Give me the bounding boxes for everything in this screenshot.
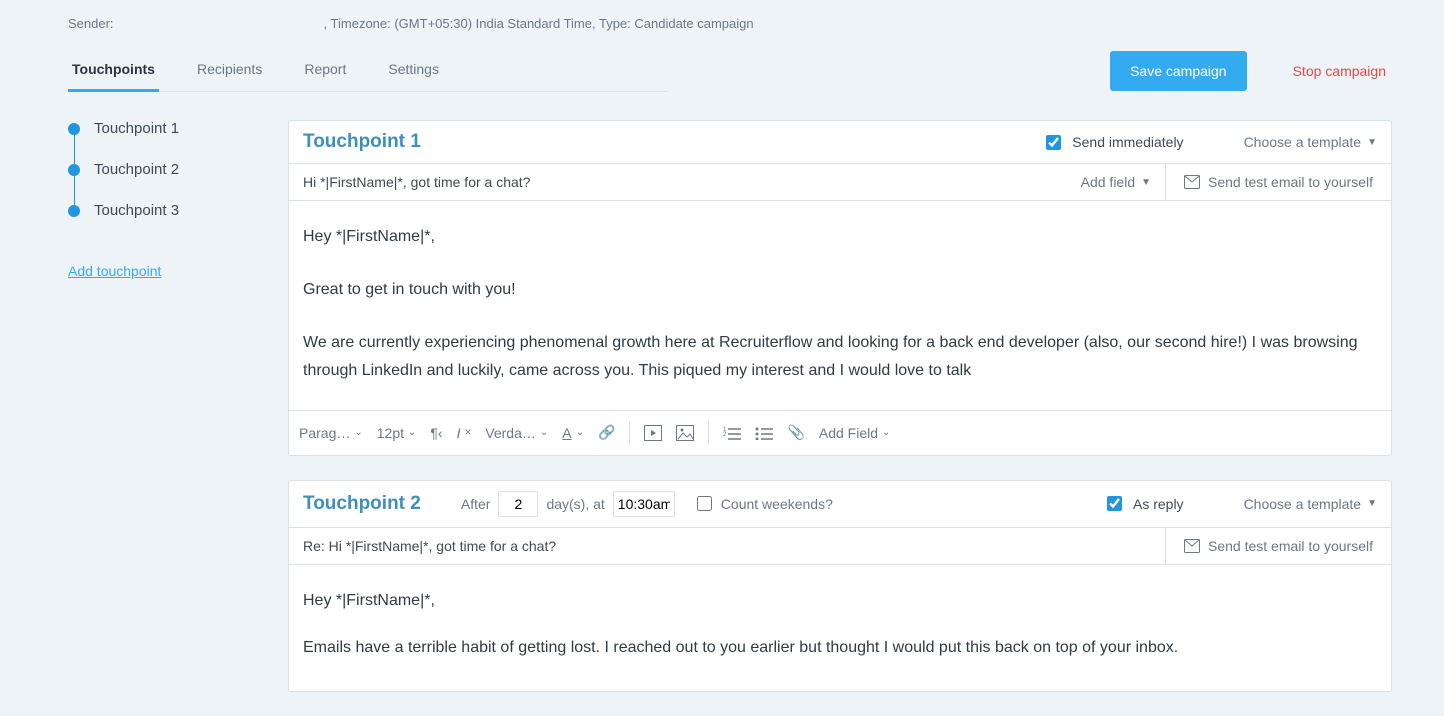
attachment-icon[interactable]: 📎 (787, 424, 804, 441)
days-label: day(s), at (546, 496, 604, 512)
editor-toolbar: Parag…⌄ 12pt⌄ ¶‹ I× Verda…⌄ A⌄ 🔗 12 📎 Ad… (289, 410, 1391, 455)
font-family-dropdown[interactable]: Verda…⌄ (485, 425, 548, 441)
touchpoint-2-card: Touchpoint 2 After day(s), at Count week… (288, 480, 1392, 692)
chevron-down-icon: ⌄ (408, 427, 416, 438)
email-body-editor[interactable]: Hey *|FirstName|*, Emails have a terribl… (289, 565, 1391, 691)
send-immediately-checkbox[interactable] (1046, 135, 1061, 150)
after-label: After (461, 496, 491, 512)
send-test-email-button[interactable]: Send test email to yourself (1165, 528, 1391, 564)
timeline-line-icon (74, 175, 76, 205)
tab-report[interactable]: Report (300, 49, 350, 91)
caret-down-icon: ▼ (1141, 177, 1151, 188)
sidebar-item-touchpoint-2[interactable]: Touchpoint 2 (68, 161, 268, 178)
sender-label: Sender: (68, 16, 114, 31)
subject-field[interactable]: Re: Hi *|FirstName|*, got time for a cha… (303, 538, 556, 554)
sidebar-item-touchpoint-1[interactable]: Touchpoint 1 (68, 120, 268, 137)
chevron-down-icon: ⌄ (354, 427, 362, 438)
add-field-toolbar-dropdown[interactable]: Add Field⌄ (819, 425, 891, 441)
add-field-dropdown[interactable]: Add field ▼ (1081, 174, 1151, 190)
svg-text:2: 2 (723, 432, 727, 438)
stop-campaign-button[interactable]: Stop campaign (1287, 62, 1392, 80)
ltr-icon[interactable]: ¶‹ (430, 425, 442, 441)
sidebar-item-label: Touchpoint 1 (94, 120, 179, 137)
count-weekends-label: Count weekends? (721, 496, 833, 512)
caret-down-icon: ▼ (1367, 498, 1377, 509)
send-immediately-label: Send immediately (1072, 134, 1183, 150)
timezone-label: , Timezone: (GMT+05:30) India Standard T… (324, 16, 754, 31)
touchpoint-1-title: Touchpoint 1 (303, 131, 421, 153)
timeline-dot-icon (68, 205, 80, 217)
choose-template-dropdown[interactable]: Choose a template ▼ (1244, 134, 1377, 150)
tab-recipients[interactable]: Recipients (193, 49, 266, 91)
campaign-meta: Sender: , Timezone: (GMT+05:30) India St… (68, 16, 1392, 31)
link-icon[interactable]: 🔗 (598, 424, 615, 441)
caret-down-icon: ▼ (1367, 137, 1377, 148)
text-color-dropdown[interactable]: A⌄ (562, 425, 584, 441)
send-test-email-button[interactable]: Send test email to yourself (1165, 164, 1391, 200)
envelope-icon (1184, 175, 1200, 189)
timeline-dot-icon (68, 164, 80, 176)
fontsize-dropdown[interactable]: 12pt⌄ (377, 425, 417, 441)
touchpoint-2-title: Touchpoint 2 (303, 493, 421, 515)
unordered-list-icon[interactable] (755, 426, 773, 440)
add-touchpoint-link[interactable]: Add touchpoint (68, 263, 161, 279)
sidebar-item-label: Touchpoint 2 (94, 161, 179, 178)
chevron-down-icon: ⌄ (576, 427, 584, 438)
sidebar-item-touchpoint-3[interactable]: Touchpoint 3 (68, 202, 268, 219)
tabs: Touchpoints Recipients Report Settings (68, 49, 668, 92)
divider (708, 421, 709, 445)
clear-format-icon[interactable]: I× (457, 425, 472, 441)
chevron-down-icon: ⌄ (882, 427, 890, 438)
days-input[interactable] (498, 491, 538, 517)
sidebar-item-label: Touchpoint 3 (94, 202, 179, 219)
ordered-list-icon[interactable]: 12 (723, 426, 741, 440)
insert-video-icon[interactable] (644, 425, 662, 441)
subject-field[interactable]: Hi *|FirstName|*, got time for a chat? (303, 174, 530, 190)
email-body-editor[interactable]: Hey *|FirstName|*, Great to get in touch… (289, 201, 1391, 410)
tab-settings[interactable]: Settings (384, 49, 443, 91)
insert-image-icon[interactable] (676, 425, 694, 441)
chevron-down-icon: ⌄ (540, 427, 548, 438)
timeline-dot-icon (68, 123, 80, 135)
as-reply-label: As reply (1133, 496, 1184, 512)
sidebar: Touchpoint 1 Touchpoint 2 Touchpoint 3 A… (68, 120, 268, 716)
tab-touchpoints[interactable]: Touchpoints (68, 49, 159, 92)
as-reply-checkbox[interactable] (1107, 496, 1122, 511)
time-input[interactable] (613, 491, 675, 517)
save-campaign-button[interactable]: Save campaign (1110, 51, 1247, 91)
choose-template-dropdown[interactable]: Choose a template ▼ (1244, 496, 1377, 512)
paragraph-style-dropdown[interactable]: Parag…⌄ (299, 425, 363, 441)
touchpoint-1-card: Touchpoint 1 Send immediately Choose a t… (288, 120, 1392, 456)
timeline-line-icon (74, 134, 76, 164)
divider (629, 421, 630, 445)
count-weekends-checkbox[interactable] (697, 496, 712, 511)
envelope-icon (1184, 539, 1200, 553)
